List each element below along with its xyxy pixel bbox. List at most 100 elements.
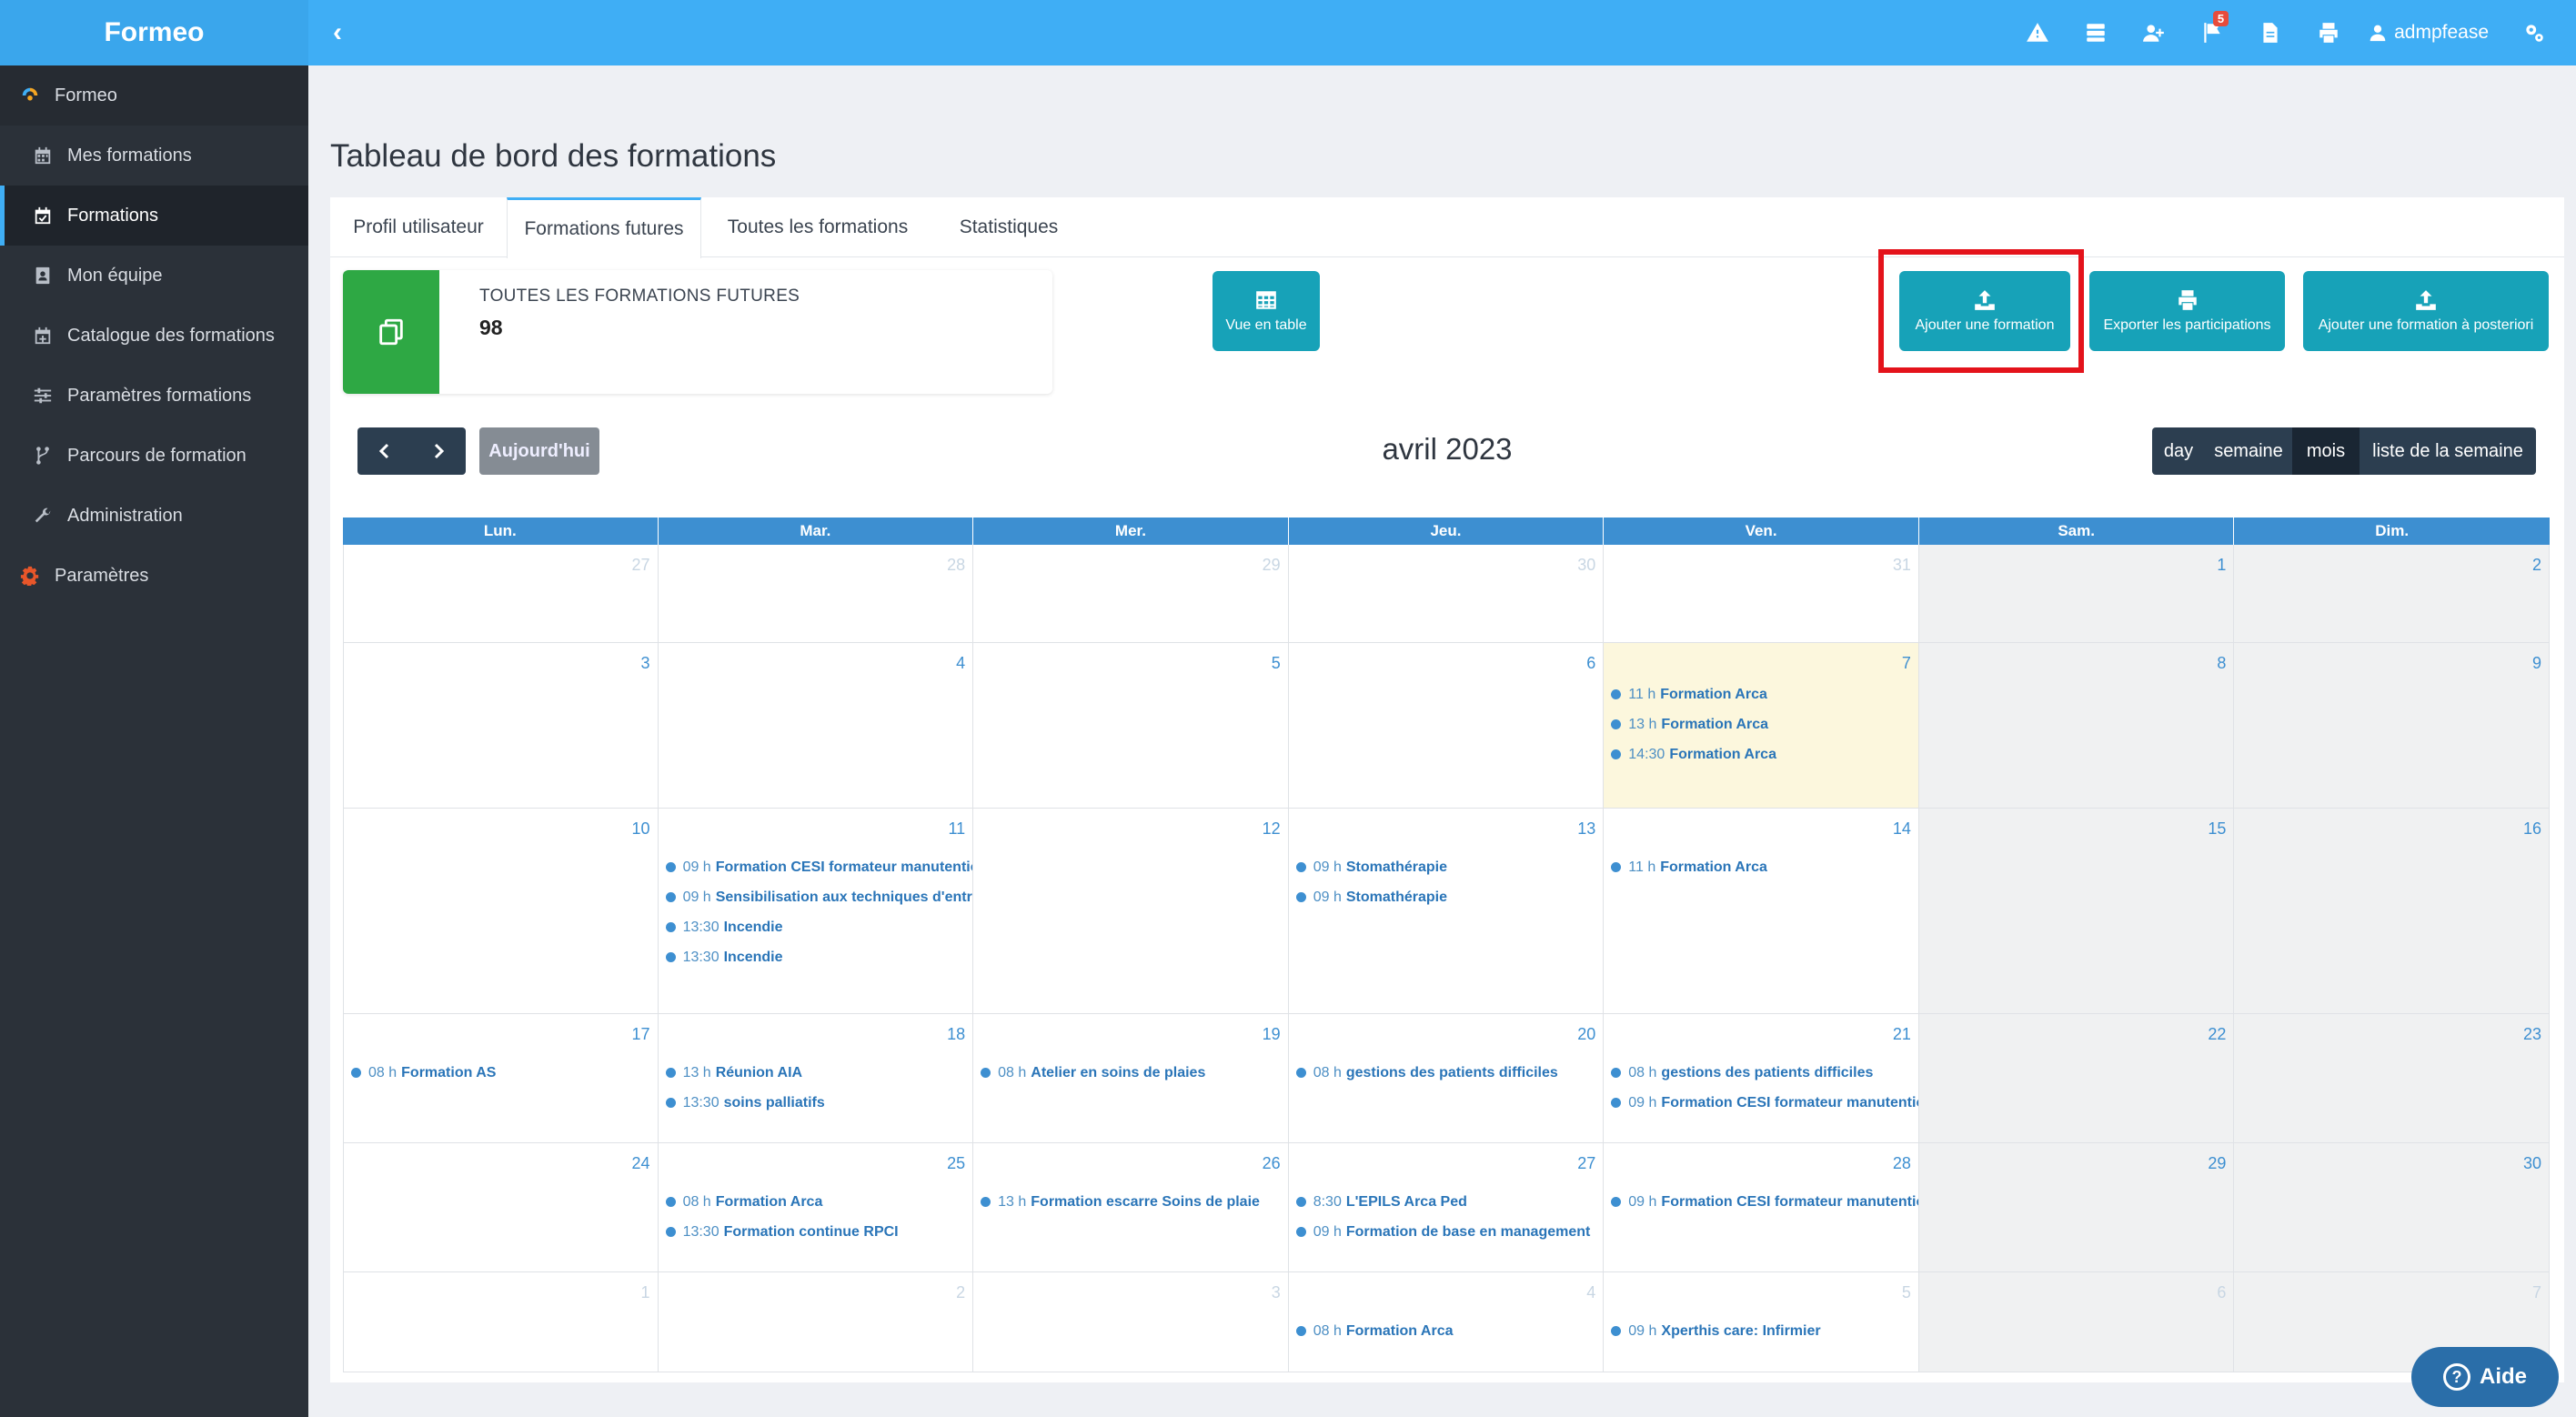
day-number[interactable]: 29 <box>1263 556 1281 575</box>
sidebar-item-parametres[interactable]: Paramètres <box>0 546 308 606</box>
day-number[interactable]: 6 <box>1586 654 1595 673</box>
tab-formations-futures[interactable]: Formations futures <box>507 197 701 258</box>
calendar-day-cell[interactable]: 4 <box>659 643 974 808</box>
day-number[interactable]: 26 <box>1263 1154 1281 1173</box>
view-week-list-button[interactable]: liste de la semaine <box>2360 427 2536 475</box>
day-number[interactable]: 2 <box>2532 556 2541 575</box>
calendar-day-cell[interactable]: 1 <box>1918 545 2235 642</box>
day-number[interactable]: 5 <box>1272 654 1281 673</box>
calendar-day-cell[interactable]: 6 <box>1289 643 1605 808</box>
sidebar-item-administration[interactable]: Administration <box>0 486 308 546</box>
calendar-event[interactable]: 11 h Formation Arca <box>1611 679 1918 709</box>
calendar-event[interactable]: 08 h Formation AS <box>351 1058 658 1088</box>
day-number[interactable]: 16 <box>2523 819 2541 839</box>
view-day-button[interactable]: day <box>2152 427 2205 475</box>
day-number[interactable]: 24 <box>632 1154 650 1173</box>
calendar-day-cell[interactable]: 31 <box>1604 545 1919 642</box>
day-number[interactable]: 28 <box>1893 1154 1911 1173</box>
day-number[interactable]: 15 <box>2208 819 2226 839</box>
flag-icon[interactable]: 5 <box>2183 0 2241 65</box>
day-number[interactable]: 5 <box>1902 1283 1911 1302</box>
calendar-day-cell[interactable]: 26 13 h Formation escarre Soins de plaie <box>973 1143 1289 1271</box>
day-number[interactable]: 23 <box>2523 1025 2541 1044</box>
help-button[interactable]: ? Aide <box>2411 1347 2559 1407</box>
calendar-day-cell[interactable]: 21 08 h gestions des patients difficiles 09… <box>1604 1014 1919 1142</box>
calendar-event[interactable]: 08 h Atelier en soins de plaies <box>981 1058 1288 1088</box>
day-number[interactable]: 8 <box>2217 654 2226 673</box>
prev-month-button[interactable] <box>357 427 411 475</box>
day-number[interactable]: 31 <box>1893 556 1911 575</box>
calendar-day-cell[interactable]: 30 <box>1289 545 1605 642</box>
calendar-day-cell[interactable]: 23 <box>2234 1014 2550 1142</box>
calendar-day-cell[interactable]: 5 <box>973 643 1289 808</box>
calendar-day-cell[interactable]: 29 <box>973 545 1289 642</box>
calendar-day-cell[interactable]: 27 8:30 L'EPILS Arca Ped 09 h Formation de b… <box>1289 1143 1605 1271</box>
calendar-event[interactable]: 08 h gestions des patients difficiles <box>1611 1058 1918 1088</box>
day-number[interactable]: 30 <box>1577 556 1595 575</box>
sidebar-root-formeo[interactable]: Formeo <box>0 65 308 126</box>
add-user-icon[interactable] <box>2125 0 2183 65</box>
settings-cog-icon[interactable] <box>2505 0 2563 65</box>
day-number[interactable]: 14 <box>1893 819 1911 839</box>
warning-icon[interactable] <box>2008 0 2067 65</box>
calendar-day-cell[interactable]: 12 <box>973 809 1289 1013</box>
calendar-event[interactable]: 09 h Formation de base en management <box>1295 1217 1604 1247</box>
calendar-event[interactable]: 09 h Formation CESI formateur manutention <box>1611 1187 1918 1217</box>
calendar-event[interactable]: 09 h Stomathérapie <box>1295 852 1604 882</box>
calendar-event[interactable]: 13 h Formation escarre Soins de plaie <box>981 1187 1288 1217</box>
day-number[interactable]: 28 <box>947 556 965 575</box>
calendar-event[interactable]: 09 h Xperthis care: Infirmier <box>1611 1316 1918 1346</box>
calendar-day-cell[interactable]: 28 09 h Formation CESI formateur manutenti… <box>1604 1143 1919 1271</box>
calendar-day-cell[interactable]: 8 <box>1918 643 2235 808</box>
day-number[interactable]: 1 <box>2217 556 2226 575</box>
day-number[interactable]: 17 <box>632 1025 650 1044</box>
day-number[interactable]: 27 <box>632 556 650 575</box>
day-number[interactable]: 30 <box>2523 1154 2541 1173</box>
day-number[interactable]: 7 <box>1902 654 1911 673</box>
day-number[interactable]: 10 <box>632 819 650 839</box>
sidebar-item-parametres-formations[interactable]: Paramètres formations <box>0 366 308 426</box>
calendar-day-cell[interactable]: 27 <box>343 545 659 642</box>
calendar-day-cell[interactable]: 24 <box>343 1143 659 1271</box>
day-number[interactable]: 4 <box>1586 1283 1595 1302</box>
calendar-day-cell[interactable]: 6 <box>1918 1272 2235 1372</box>
day-number[interactable]: 6 <box>2217 1283 2226 1302</box>
add-posteriori-button[interactable]: Ajouter une formation à posteriori <box>2303 271 2549 351</box>
calendar-day-cell[interactable]: 2 <box>659 1272 974 1372</box>
calendar-event[interactable]: 14:30 Formation Arca <box>1611 739 1918 769</box>
calendar-day-cell[interactable]: 2 <box>2234 545 2550 642</box>
calendar-day-cell[interactable]: 7 11 h Formation Arca 13 h Formation Arca 14:… <box>1604 643 1919 808</box>
day-number[interactable]: 22 <box>2208 1025 2226 1044</box>
calendar-event[interactable]: 09 h Formation CESI formateur manutention <box>665 852 972 882</box>
calendar-day-cell[interactable]: 11 09 h Formation CESI formateur manutenti… <box>659 809 974 1013</box>
next-month-button[interactable] <box>411 427 465 475</box>
table-view-button[interactable]: Vue en table <box>1213 271 1320 351</box>
day-number[interactable]: 13 <box>1577 819 1595 839</box>
calendar-day-cell[interactable]: 25 08 h Formation Arca 13:30 Formation conti… <box>659 1143 974 1271</box>
calendar-day-cell[interactable]: 1 <box>343 1272 659 1372</box>
sidebar-item-mon-equipe[interactable]: Mon équipe <box>0 246 308 306</box>
day-number[interactable]: 9 <box>2532 654 2541 673</box>
calendar-day-cell[interactable]: 22 <box>1918 1014 2235 1142</box>
calendar-event[interactable]: 13:30 Incendie <box>665 942 973 972</box>
calendar-day-cell[interactable]: 13 09 h Stomathérapie 09 h Stomathérapie <box>1289 809 1605 1013</box>
day-number[interactable]: 3 <box>1272 1283 1281 1302</box>
day-number[interactable]: 11 <box>948 819 965 839</box>
day-number[interactable]: 3 <box>641 654 650 673</box>
document-icon[interactable] <box>2241 0 2299 65</box>
day-number[interactable]: 12 <box>1263 819 1281 839</box>
view-week-button[interactable]: semaine <box>2205 427 2292 475</box>
calendar-day-cell[interactable]: 10 <box>343 809 659 1013</box>
calendar-event[interactable]: 13:30 Formation continue RPCI <box>665 1217 973 1247</box>
calendar-event[interactable]: 08 h Formation Arca <box>665 1187 973 1217</box>
calendar-day-cell[interactable]: 15 <box>1918 809 2235 1013</box>
calendar-event[interactable]: 13 h Formation Arca <box>1611 709 1918 739</box>
user-menu[interactable]: admpfease <box>2358 0 2505 65</box>
day-number[interactable]: 21 <box>1893 1025 1911 1044</box>
calendar-day-cell[interactable]: 28 <box>659 545 974 642</box>
calendar-day-cell[interactable]: 20 08 h gestions des patients difficiles <box>1289 1014 1605 1142</box>
day-number[interactable]: 27 <box>1577 1154 1595 1173</box>
calendar-day-cell[interactable]: 17 08 h Formation AS <box>343 1014 659 1142</box>
tab-statistiques[interactable]: Statistiques <box>934 197 1083 257</box>
calendar-event[interactable]: 13 h Réunion AIA <box>665 1058 973 1088</box>
